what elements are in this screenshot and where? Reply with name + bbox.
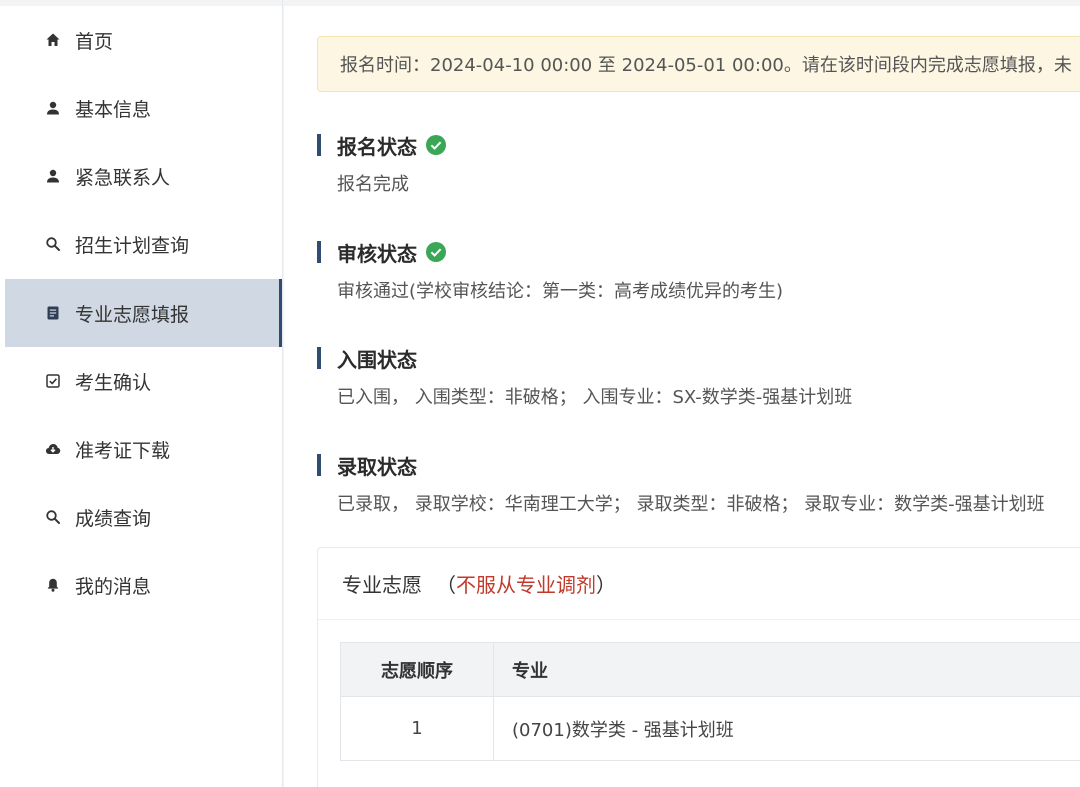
status-title: 报名状态 [337, 134, 417, 159]
sidebar-item-label: 专业志愿填报 [75, 303, 190, 326]
table-row: 1 (0701)数学类 - 强基计划班 [340, 696, 1080, 761]
sidebar-item-emergency-contact[interactable]: 紧急联系人 [5, 142, 282, 210]
cell-major: (0701)数学类 - 强基计划班 [493, 696, 1080, 761]
status-shortlist: 入围状态 已入围， 入围类型：非破格； 入围专业：SX-数学类-强基计划班 [317, 343, 852, 409]
sidebar-item-messages[interactable]: 我的消息 [5, 551, 282, 619]
section-accent-bar [317, 241, 321, 263]
sidebar-item-label: 招生计划查询 [75, 234, 190, 257]
section-accent-bar [317, 454, 321, 476]
cloud-download-icon [45, 441, 61, 457]
status-title: 审核状态 [337, 241, 417, 266]
column-header-major: 专业 [493, 642, 1080, 697]
status-description: 已录取， 录取学校：华南理工大学； 录取类型：非破格； 录取专业：数学类-强基计… [337, 494, 1045, 515]
paren-open: （ [436, 573, 456, 597]
card-title: 专业志愿 [342, 573, 422, 597]
sidebar-item-score-query[interactable]: 成绩查询 [5, 483, 282, 551]
cell-order: 1 [340, 696, 494, 761]
major-preference-card: 专业志愿 （不服从专业调剂） 志愿顺序 专业 1 (0701)数学类 - 强基计… [317, 547, 1080, 787]
sidebar-item-label: 首页 [75, 30, 114, 53]
paren-close: ） [596, 573, 616, 597]
registration-time-notice: 报名时间：2024-04-10 00:00 至 2024-05-01 00:00… [317, 36, 1080, 92]
sidebar-item-home[interactable]: 首页 [5, 6, 282, 74]
sidebar-item-label: 基本信息 [75, 98, 152, 121]
table-header-row: 志愿顺序 专业 [340, 642, 1080, 697]
card-header: 专业志愿 （不服从专业调剂） [318, 548, 1080, 620]
status-title: 入围状态 [337, 347, 417, 372]
main-top-gap [284, 0, 1080, 6]
sidebar-item-admission-ticket[interactable]: 准考证下载 [5, 415, 282, 483]
status-review: 审核状态 审核通过(学校审核结论：第一类：高考成绩优异的考生) [317, 237, 783, 303]
checkbox-icon [45, 373, 61, 389]
status-description: 审核通过(学校审核结论：第一类：高考成绩优异的考生) [337, 281, 784, 302]
status-registration: 报名状态 报名完成 [317, 130, 447, 196]
main-content: 报名时间：2024-04-10 00:00 至 2024-05-01 00:00… [284, 0, 1080, 787]
section-accent-bar [317, 347, 321, 369]
status-title: 录取状态 [337, 454, 417, 479]
status-description: 报名完成 [337, 174, 409, 195]
sidebar-item-candidate-confirm[interactable]: 考生确认 [5, 347, 282, 415]
user-icon [45, 100, 61, 116]
status-admission: 录取状态 已录取， 录取学校：华南理工大学； 录取类型：非破格； 录取专业：数学… [317, 450, 1045, 516]
notice-text: 报名时间：2024-04-10 00:00 至 2024-05-01 00:00… [340, 55, 1072, 76]
app-window: 首页 基本信息 紧急联系人 招生计划查询 专业志愿填报 考生确认 准考证下载 成… [0, 0, 1080, 787]
status-description: 已入围， 入围类型：非破格； 入围专业：SX-数学类-强基计划班 [337, 387, 853, 408]
search-icon [45, 509, 61, 525]
preference-table: 志愿顺序 专业 1 (0701)数学类 - 强基计划班 [340, 642, 1080, 761]
sidebar-item-enrollment-plan[interactable]: 招生计划查询 [5, 210, 282, 278]
search-icon [45, 236, 61, 252]
column-header-order: 志愿顺序 [340, 642, 494, 697]
check-circle-icon [425, 241, 447, 263]
sidebar: 首页 基本信息 紧急联系人 招生计划查询 专业志愿填报 考生确认 准考证下载 成… [0, 0, 283, 787]
user-icon [45, 168, 61, 184]
sidebar-item-label: 紧急联系人 [75, 166, 171, 189]
sidebar-item-label: 成绩查询 [75, 507, 152, 530]
sidebar-item-basic-info[interactable]: 基本信息 [5, 74, 282, 142]
section-accent-bar [317, 134, 321, 156]
check-circle-icon [425, 134, 447, 156]
sidebar-item-label: 我的消息 [75, 575, 152, 598]
bell-icon [45, 577, 61, 593]
home-icon [45, 32, 61, 48]
document-icon [45, 305, 61, 321]
sidebar-item-label: 考生确认 [75, 371, 152, 394]
adjustment-note: 不服从专业调剂 [456, 573, 596, 597]
sidebar-item-label: 准考证下载 [75, 439, 171, 462]
sidebar-item-major-preference[interactable]: 专业志愿填报 [5, 279, 282, 347]
